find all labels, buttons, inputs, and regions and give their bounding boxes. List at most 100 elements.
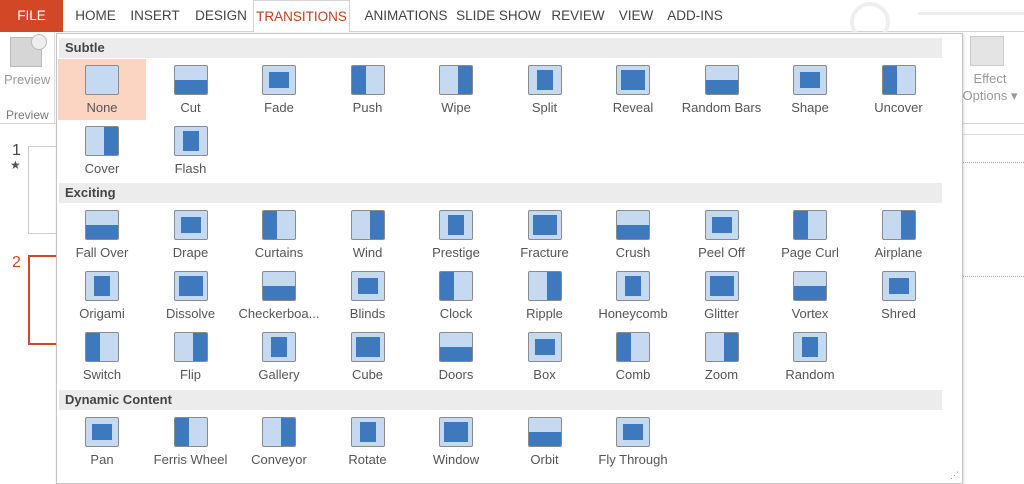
icon-shape bbox=[269, 72, 289, 88]
tab-view[interactable]: VIEW bbox=[614, 0, 658, 32]
vortex-icon bbox=[793, 271, 827, 301]
transition-flash[interactable]: Flash bbox=[147, 120, 235, 181]
icon-shape bbox=[369, 211, 384, 239]
transition-uncover[interactable]: Uncover bbox=[855, 59, 943, 120]
transition-prestige[interactable]: Prestige bbox=[412, 204, 500, 265]
transition-label: Conveyor bbox=[251, 452, 307, 467]
transition-peel-off[interactable]: Peel Off bbox=[678, 204, 766, 265]
transition-fly-through[interactable]: Fly Through bbox=[589, 411, 677, 472]
effect-options-button[interactable]: Effect Options ▾ bbox=[962, 70, 1018, 104]
transition-none[interactable]: None bbox=[58, 59, 146, 120]
tab-add-ins[interactable]: ADD-INS bbox=[664, 0, 726, 32]
transition-label: Fracture bbox=[520, 245, 569, 260]
transition-drape[interactable]: Drape bbox=[147, 204, 235, 265]
resize-grip-icon[interactable]: ⋰ bbox=[950, 470, 959, 481]
transition-label: Gallery bbox=[258, 367, 300, 382]
transition-doors[interactable]: Doors bbox=[412, 326, 500, 387]
transition-blinds[interactable]: Blinds bbox=[324, 265, 412, 326]
slide-canvas bbox=[963, 124, 1024, 484]
icon-shape bbox=[532, 215, 557, 235]
transition-pan[interactable]: Pan bbox=[58, 411, 146, 472]
transition-label: Split bbox=[531, 100, 558, 115]
transition-origami[interactable]: Origami bbox=[58, 265, 146, 326]
icon-shape bbox=[800, 72, 820, 88]
transition-clock[interactable]: Clock bbox=[412, 265, 500, 326]
transition-dissolve[interactable]: Dissolve bbox=[147, 265, 235, 326]
transition-label: Push bbox=[352, 100, 383, 115]
icon-shape bbox=[359, 422, 376, 442]
slide-number: 2 bbox=[12, 254, 21, 271]
transition-cut[interactable]: Cut bbox=[147, 59, 235, 120]
transition-glitter[interactable]: Glitter bbox=[678, 265, 766, 326]
transition-label: Glitter bbox=[704, 306, 739, 321]
transition-zoom[interactable]: Zoom bbox=[678, 326, 766, 387]
transition-gallery[interactable]: Gallery bbox=[235, 326, 323, 387]
tab-design[interactable]: DESIGN bbox=[187, 0, 255, 32]
transition-fade[interactable]: Fade bbox=[235, 59, 323, 120]
transition-curtains[interactable]: Curtains bbox=[235, 204, 323, 265]
tab-home[interactable]: HOME bbox=[68, 0, 123, 32]
transition-ferris-wheel[interactable]: Ferris Wheel bbox=[147, 411, 235, 472]
page-curl-icon bbox=[793, 210, 827, 240]
icon-shape bbox=[178, 276, 203, 296]
zoom-icon bbox=[704, 332, 739, 362]
transition-conveyor[interactable]: Conveyor bbox=[235, 411, 323, 472]
icon-shape bbox=[458, 66, 472, 94]
transition-label: Random bbox=[785, 367, 835, 382]
transition-fall-over[interactable]: Fall Over bbox=[58, 204, 146, 265]
transition-orbit[interactable]: Orbit bbox=[501, 411, 589, 472]
transition-honeycomb[interactable]: Honeycomb bbox=[589, 265, 677, 326]
transition-label: Flip bbox=[180, 367, 201, 382]
transition-label: Crush bbox=[615, 245, 651, 260]
icon-shape bbox=[888, 278, 909, 294]
transition-label: Rotate bbox=[348, 452, 387, 467]
comb-icon bbox=[616, 332, 650, 362]
transition-cover[interactable]: Cover bbox=[58, 120, 146, 181]
transition-push[interactable]: Push bbox=[324, 59, 412, 120]
section-header: Subtle bbox=[59, 38, 942, 58]
transition-window[interactable]: Window bbox=[412, 411, 500, 472]
transition-wind[interactable]: Wind bbox=[324, 204, 412, 265]
glitter-icon bbox=[704, 271, 739, 301]
transition-label: Ferris Wheel bbox=[153, 452, 228, 467]
transition-fracture[interactable]: Fracture bbox=[501, 204, 589, 265]
transition-split[interactable]: Split bbox=[501, 59, 589, 120]
transition-comb[interactable]: Comb bbox=[589, 326, 677, 387]
transition-box[interactable]: Box bbox=[501, 326, 589, 387]
tab-file[interactable]: FILE bbox=[0, 0, 63, 32]
transition-ripple[interactable]: Ripple bbox=[501, 265, 589, 326]
preview-button[interactable]: Preview bbox=[4, 72, 50, 87]
transition-airplane[interactable]: Airplane bbox=[855, 204, 943, 265]
transition-random[interactable]: Random bbox=[766, 326, 854, 387]
transition-label: None bbox=[86, 100, 118, 115]
tab-animations[interactable]: ANIMATIONS bbox=[354, 0, 458, 32]
transition-flip[interactable]: Flip bbox=[147, 326, 235, 387]
transition-switch[interactable]: Switch bbox=[58, 326, 146, 387]
peel-off-icon bbox=[704, 210, 739, 240]
tab-transitions[interactable]: TRANSITIONS bbox=[253, 0, 350, 33]
transition-random-bars[interactable]: Random Bars bbox=[678, 59, 766, 120]
transition-label: Shape bbox=[791, 100, 829, 115]
preview-icon[interactable] bbox=[10, 34, 47, 67]
transition-label: Drape bbox=[172, 245, 209, 260]
transition-reveal[interactable]: Reveal bbox=[589, 59, 677, 120]
transition-label: Clock bbox=[439, 306, 473, 321]
transition-wipe[interactable]: Wipe bbox=[412, 59, 500, 120]
transition-shred[interactable]: Shred bbox=[855, 265, 943, 326]
transition-vortex[interactable]: Vortex bbox=[766, 265, 854, 326]
transition-cube[interactable]: Cube bbox=[324, 326, 412, 387]
transition-shape[interactable]: Shape bbox=[766, 59, 854, 120]
tab-slide-show[interactable]: SLIDE SHOW bbox=[456, 0, 541, 32]
transition-page-curl[interactable]: Page Curl bbox=[766, 204, 854, 265]
icon-shape bbox=[182, 131, 199, 151]
animation-star-icon: ★ bbox=[10, 158, 21, 172]
transition-checkerboa[interactable]: Checkerboa... bbox=[235, 265, 323, 326]
tab-review[interactable]: REVIEW bbox=[548, 0, 608, 32]
random-bars-icon bbox=[704, 65, 739, 95]
transition-rotate[interactable]: Rotate bbox=[324, 411, 412, 472]
transitions-gallery: ⋰ Subtle None Cut Fade Push Wipe Split Reveal Ran… bbox=[56, 33, 963, 484]
effect-options-icon[interactable] bbox=[970, 36, 1004, 66]
icon-shape bbox=[281, 418, 295, 446]
tab-insert[interactable]: INSERT bbox=[127, 0, 183, 32]
transition-crush[interactable]: Crush bbox=[589, 204, 677, 265]
